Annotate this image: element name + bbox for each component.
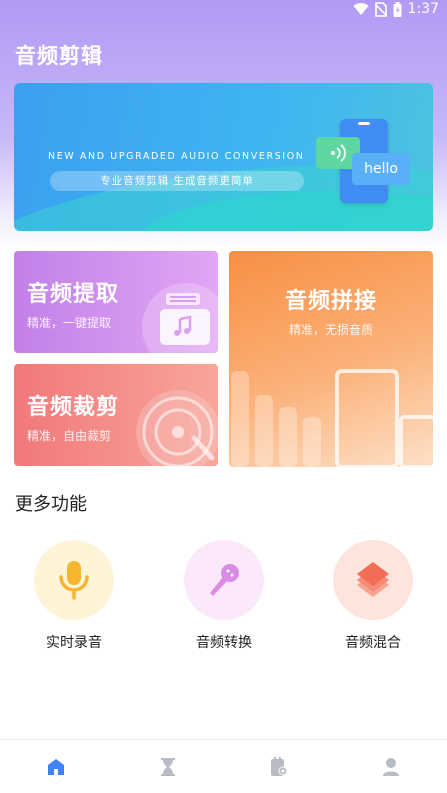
page-title: 音频剪辑	[15, 44, 103, 68]
hello-bubble: hello	[352, 153, 410, 185]
music-folder-icon	[142, 283, 218, 353]
card-title: 音频提取	[27, 282, 120, 307]
hourglass-icon	[160, 757, 175, 776]
status-bar: 1:37	[0, 0, 447, 22]
feature-label: 音频混合	[345, 635, 401, 651]
feature-icon-circle	[184, 540, 264, 620]
banner-headline: NEW AND UPGRADED AUDIO CONVERSION	[48, 151, 305, 162]
card-subtitle: 精准，一键提取	[27, 316, 112, 330]
nav-home[interactable]	[0, 740, 112, 793]
nav-files[interactable]	[224, 740, 336, 793]
feature-label: 音频转换	[196, 635, 252, 651]
battery-icon	[393, 1, 402, 17]
audio-join-card[interactable]: 音频拼接 精准，无损音质	[229, 251, 433, 467]
user-icon	[383, 757, 400, 776]
no-sim-icon	[374, 1, 387, 17]
realtime-record-button[interactable]: 实时录音	[24, 540, 124, 652]
nav-history[interactable]	[112, 740, 224, 793]
card-title: 音频裁剪	[27, 395, 120, 420]
document-add-icon	[271, 756, 288, 776]
microphone-icon	[59, 561, 89, 600]
section-title: 更多功能	[15, 494, 87, 515]
bottom-nav	[0, 739, 447, 793]
card-title: 音频拼接	[284, 289, 377, 314]
promo-banner[interactable]: NEW AND UPGRADED AUDIO CONVERSION 专业音频剪辑…	[14, 83, 433, 231]
layers-icon	[357, 562, 389, 597]
vinyl-record-icon	[136, 390, 218, 466]
banner-tagline: 专业音频剪辑 生成音频更简单	[50, 171, 304, 191]
audio-convert-button[interactable]: 音频转换	[174, 540, 274, 652]
wifi-icon	[353, 2, 369, 16]
audio-extract-card[interactable]: 音频提取 精准，一键提取	[14, 251, 218, 353]
feature-label: 实时录音	[46, 635, 102, 651]
audio-cut-card[interactable]: 音频裁剪 精准，自由裁剪	[14, 364, 218, 466]
feature-icon-circle	[34, 540, 114, 620]
card-subtitle: 精准，无损音质	[288, 323, 373, 337]
nav-profile[interactable]	[335, 740, 447, 793]
card-subtitle: 精准，自由裁剪	[27, 429, 112, 443]
bars-illustration-icon	[231, 369, 433, 467]
feature-icon-circle	[333, 540, 413, 620]
audio-mix-button[interactable]: 音频混合	[323, 540, 423, 652]
karaoke-mic-icon	[210, 564, 239, 596]
home-icon	[47, 758, 64, 775]
status-time: 1:37	[407, 1, 439, 17]
